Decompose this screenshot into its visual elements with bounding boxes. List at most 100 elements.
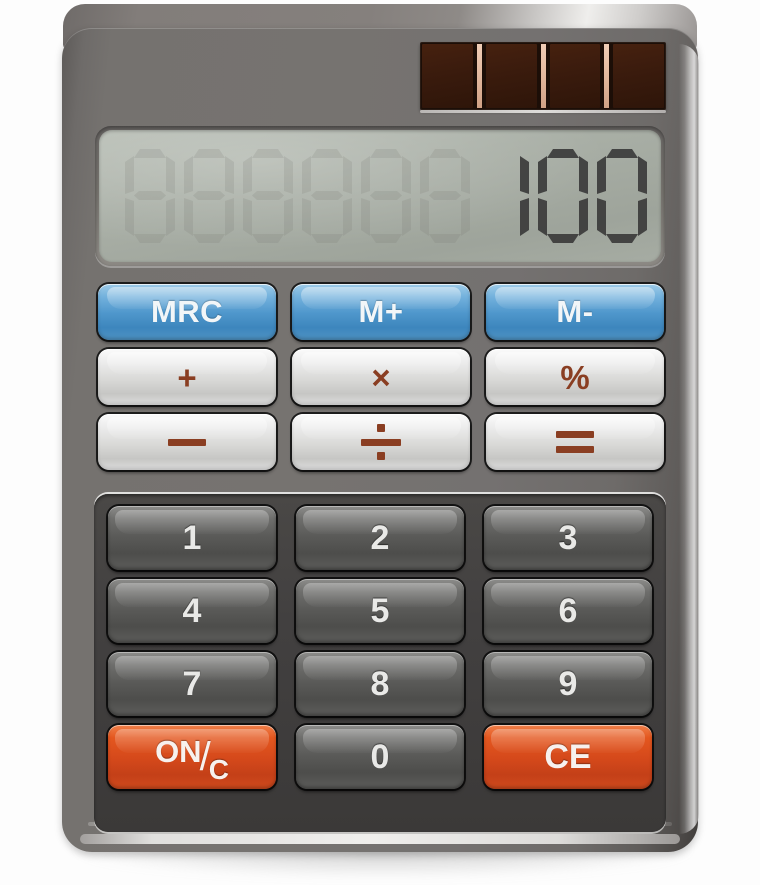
- lcd-segment-a: [252, 149, 284, 158]
- lcd-segment-g: [311, 191, 343, 200]
- mrc-button[interactable]: MRC: [98, 284, 276, 340]
- solar-cell: [613, 44, 664, 108]
- divide-button[interactable]: [292, 414, 470, 470]
- lcd-segment-e: [243, 198, 252, 236]
- operator-button-row-1: + ×%: [98, 349, 664, 405]
- lcd-digit: [597, 149, 647, 243]
- minus-button[interactable]: [98, 414, 276, 470]
- lcd-ghost-digit: [302, 149, 352, 243]
- lcd-digit: [479, 149, 529, 243]
- lcd-segment-a: [311, 149, 343, 158]
- equals-glyph: [556, 429, 594, 455]
- on-clear-c-part: C: [208, 754, 229, 785]
- key-1[interactable]: 1: [108, 506, 276, 570]
- lcd-segment-g: [134, 191, 166, 200]
- key-5[interactable]: 5: [296, 579, 464, 643]
- body-bottom-chrome-strip: [80, 834, 680, 844]
- lcd-segment-d: [311, 234, 343, 243]
- lcd-segment-f: [538, 156, 547, 194]
- lcd-segment-e: [184, 198, 193, 236]
- key-0-label: 0: [370, 737, 390, 776]
- lcd-segment-e: [597, 198, 606, 236]
- lcd-segment-f: [597, 156, 606, 194]
- times-glyph: ×: [371, 358, 391, 396]
- lcd-segment-g: [429, 191, 461, 200]
- lcd-segment-b: [461, 156, 470, 194]
- memory-button-row: MRC M+ M-: [98, 284, 664, 340]
- multiply-button[interactable]: ×: [292, 349, 470, 405]
- lcd-segment-g: [193, 191, 225, 200]
- lcd-segment-d: [429, 234, 461, 243]
- clear-entry-button[interactable]: CE: [484, 725, 652, 789]
- key-2[interactable]: 2: [296, 506, 464, 570]
- equals-button[interactable]: [486, 414, 664, 470]
- keypad-bottom-row: ON/C 0 CE: [108, 725, 652, 789]
- function-button-area: MRC M+ M- + ×%: [98, 284, 664, 480]
- keypad-row: 4 5 6: [108, 579, 652, 643]
- lcd-segment-c: [284, 198, 293, 236]
- on-clear-label: ON/C: [155, 736, 229, 784]
- solar-cell-separator: [604, 44, 610, 108]
- mrc-button-label: MRC: [150, 294, 224, 329]
- lcd-segment-e: [361, 198, 370, 236]
- lcd-segment-f: [361, 156, 370, 194]
- divide-glyph: [361, 424, 401, 460]
- calculator-screenshot: MRC M+ M- + ×% 1 2 3 4 5 6 7 8 9 ON/C 0 CE: [0, 0, 760, 885]
- key-2-label: 2: [370, 518, 390, 557]
- lcd-segment-d: [134, 234, 166, 243]
- lcd-ghost-digit: [243, 149, 293, 243]
- lcd-segment-c: [225, 198, 234, 236]
- plus-button[interactable]: +: [98, 349, 276, 405]
- key-0[interactable]: 0: [296, 725, 464, 789]
- solar-cell: [485, 44, 537, 108]
- keypad-row: 1 2 3: [108, 506, 652, 570]
- lcd-segment-f: [125, 156, 134, 194]
- key-6-label: 6: [558, 591, 578, 630]
- key-9-label: 9: [558, 664, 578, 703]
- lcd-digit: [538, 149, 588, 243]
- lcd-segment-b: [284, 156, 293, 194]
- lcd-segment-d: [606, 234, 638, 243]
- key-4[interactable]: 4: [108, 579, 276, 643]
- lcd-segment-b: [579, 156, 588, 194]
- keypad-row: 7 8 9: [108, 652, 652, 716]
- solar-cell-separator: [540, 44, 546, 108]
- key-8-label: 8: [370, 664, 390, 703]
- lcd-segment-e: [125, 198, 134, 236]
- lcd-segment-d: [547, 234, 579, 243]
- lcd-segment-a: [193, 149, 225, 158]
- key-3[interactable]: 3: [484, 506, 652, 570]
- clear-entry-button-label: CE: [544, 737, 592, 776]
- lcd-segment-b: [638, 156, 647, 194]
- on-clear-button[interactable]: ON/C: [108, 725, 276, 789]
- lcd-segment-c: [520, 198, 529, 236]
- lcd-segment-e: [538, 198, 547, 236]
- lcd-segment-a: [429, 149, 461, 158]
- key-9[interactable]: 9: [484, 652, 652, 716]
- solar-panel-underline: [420, 110, 666, 113]
- key-6[interactable]: 6: [484, 579, 652, 643]
- key-4-label: 4: [182, 591, 202, 630]
- key-5-label: 5: [370, 591, 390, 630]
- lcd-segment-a: [547, 149, 579, 158]
- solar-cell: [549, 44, 601, 108]
- lcd-segment-a: [606, 149, 638, 158]
- lcd-segment-f: [302, 156, 311, 194]
- lcd-segment-e: [420, 198, 429, 236]
- lcd-segment-c: [166, 198, 175, 236]
- key-3-label: 3: [558, 518, 578, 557]
- calculator-body: MRC M+ M- + ×% 1 2 3 4 5 6 7 8 9 ON/C 0 CE: [62, 28, 699, 852]
- lcd-screen: [99, 130, 661, 262]
- minus-glyph: [168, 438, 206, 446]
- key-7[interactable]: 7: [108, 652, 276, 716]
- key-7-label: 7: [182, 664, 202, 703]
- numeric-keypad-panel: 1 2 3 4 5 6 7 8 9 ON/C 0 CE: [94, 494, 666, 832]
- memory-add-button[interactable]: M+: [292, 284, 470, 340]
- lcd-segment-b: [402, 156, 411, 194]
- percent-button[interactable]: %: [486, 349, 664, 405]
- lcd-segment-c: [343, 198, 352, 236]
- lcd-ghost-digit: [125, 149, 175, 243]
- lcd-segment-c: [461, 198, 470, 236]
- key-8[interactable]: 8: [296, 652, 464, 716]
- memory-subtract-button[interactable]: M-: [486, 284, 664, 340]
